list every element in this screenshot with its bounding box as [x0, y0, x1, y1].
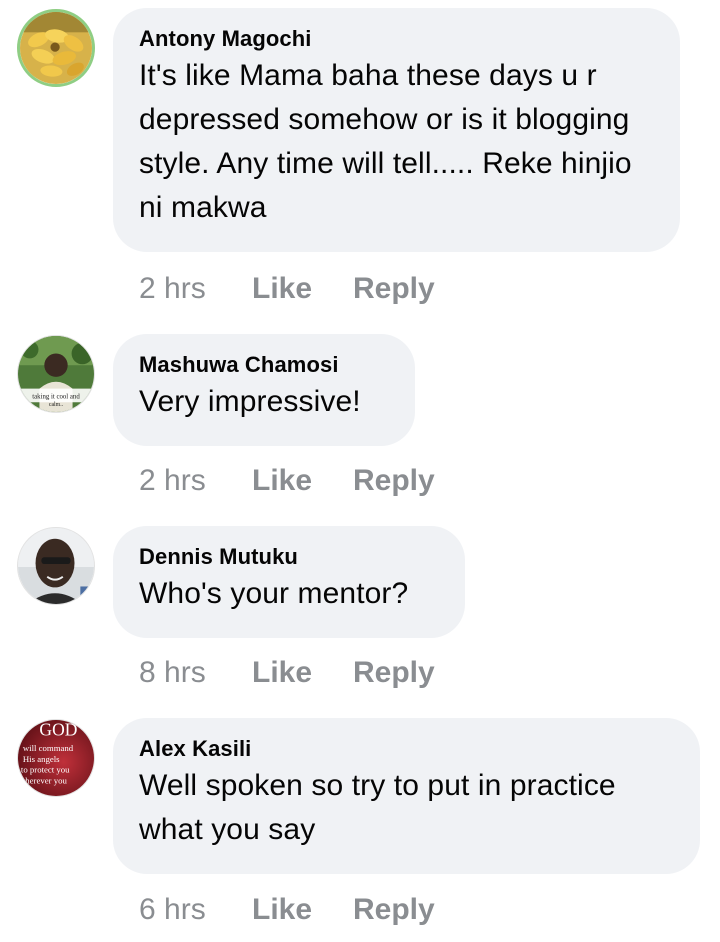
comment-bubble: Antony Magochi It's like Mama baha these… — [113, 8, 680, 252]
comment-actions: 2 hrs Like Reply — [139, 271, 435, 307]
comment-text: Very impressive! — [139, 385, 361, 418]
avatar-caption: will command — [23, 743, 74, 753]
avatar-caption: His angels — [23, 754, 60, 764]
avatar-caption: wherever you — [19, 775, 67, 785]
reply-button[interactable]: Reply — [353, 892, 435, 928]
reply-button[interactable]: Reply — [353, 655, 435, 691]
like-button[interactable]: Like — [252, 463, 353, 499]
comment-bubble: Dennis Mutuku Who's your mentor? — [113, 526, 465, 638]
like-button[interactable]: Like — [252, 892, 353, 928]
comment-timestamp[interactable]: 2 hrs — [139, 463, 252, 499]
scripture-text-avatar[interactable]: GOD will command His angels to protect y… — [17, 719, 95, 797]
comment-bubble: Alex Kasili Well spoken so try to put in… — [113, 718, 700, 874]
avatar-caption: taking it cool and — [32, 393, 80, 400]
avatar-image: GOD will command His angels to protect y… — [18, 720, 94, 796]
like-button[interactable]: Like — [252, 271, 353, 307]
comment-author[interactable]: Mashuwa Chamosi — [139, 350, 389, 380]
comment-text: Who's your mentor? — [139, 577, 409, 610]
avatar-caption: calm.. — [49, 402, 64, 408]
comment-bubble: Mashuwa Chamosi Very impressive! — [113, 334, 415, 446]
comment-author[interactable]: Alex Kasili — [139, 734, 674, 764]
comment-author[interactable]: Antony Magochi — [139, 24, 654, 54]
comment-timestamp[interactable]: 6 hrs — [139, 892, 252, 928]
reply-button[interactable]: Reply — [353, 463, 435, 499]
comment-timestamp[interactable]: 8 hrs — [139, 655, 252, 691]
comment-text: Well spoken so try to put in practice wh… — [139, 769, 616, 846]
person-photo-avatar[interactable] — [17, 527, 95, 605]
avatar-image: taking it cool and calm.. — [18, 336, 94, 412]
avatar-caption: to protect you — [21, 765, 70, 775]
bananas-avatar[interactable] — [17, 9, 95, 87]
avatar-caption: GOD — [39, 720, 77, 740]
like-button[interactable]: Like — [252, 655, 353, 691]
comment-actions: 8 hrs Like Reply — [139, 655, 435, 691]
comment-author[interactable]: Dennis Mutuku — [139, 542, 439, 572]
avatar-image — [18, 528, 94, 604]
comment-text: It's like Mama baha these days u r depre… — [139, 59, 632, 224]
comment-actions: 6 hrs Like Reply — [139, 892, 435, 928]
person-photo-avatar[interactable]: taking it cool and calm.. — [17, 335, 95, 413]
comment-actions: 2 hrs Like Reply — [139, 463, 435, 499]
comment-timestamp[interactable]: 2 hrs — [139, 271, 252, 307]
reply-button[interactable]: Reply — [353, 271, 435, 307]
avatar-image — [20, 12, 92, 84]
